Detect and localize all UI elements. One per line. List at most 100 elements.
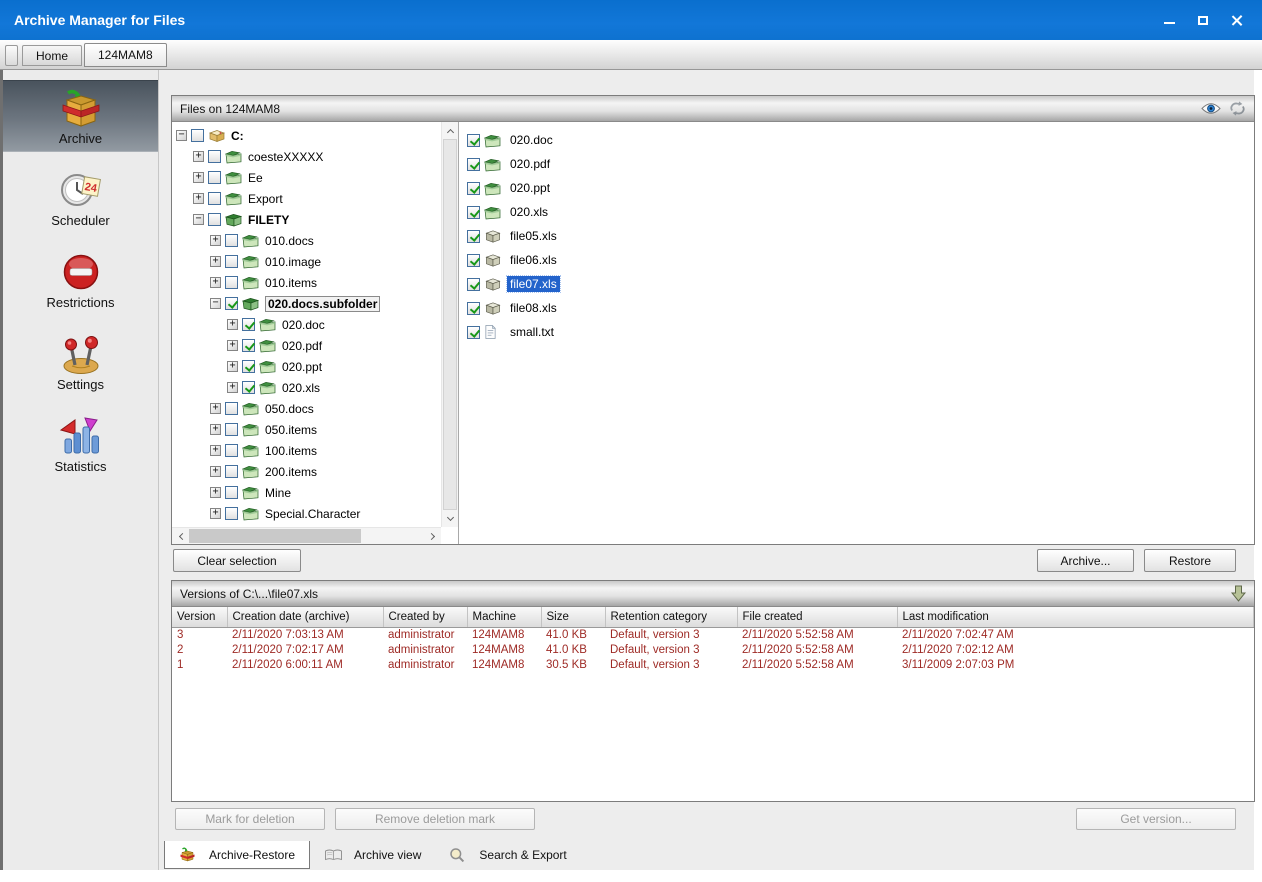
tree-item-Special.Character[interactable]: + Special.Character [176,503,440,524]
checkbox[interactable] [467,181,480,195]
tree-vertical-scrollbar[interactable] [441,122,458,527]
column-header-size[interactable]: Size [541,607,606,628]
sidebar-item-restrictions[interactable]: Restrictions [3,244,158,316]
checkbox[interactable] [225,507,238,520]
checkbox[interactable] [225,444,238,457]
file-item-file06.xls[interactable]: file06.xls [467,248,1246,272]
checkbox[interactable] [225,465,238,478]
file-item-file05.xls[interactable]: file05.xls [467,224,1246,248]
column-header-retention-category[interactable]: Retention category [605,607,738,628]
checkbox[interactable] [225,402,238,415]
expand-icon[interactable]: + [193,193,204,204]
checkbox[interactable] [467,229,480,243]
checkbox[interactable] [225,234,238,247]
tree-item-C:[interactable]: − C: [176,125,440,146]
checkbox[interactable] [208,213,221,226]
restore-button[interactable]: Restore [1144,549,1236,572]
tree-item-010.items[interactable]: +010.items [176,272,440,293]
horizontal-scrollbar-thumb[interactable] [189,529,361,543]
tree-item-200.items[interactable]: +200.items [176,461,440,482]
tab-124mam8[interactable]: 124MAM8 [84,43,167,67]
checkbox[interactable] [467,157,480,171]
tab-stub[interactable] [5,45,18,66]
scroll-down-icon[interactable] [442,510,459,527]
tree-horizontal-scrollbar[interactable] [172,527,441,544]
expand-icon[interactable]: + [210,277,221,288]
tree-item-Ee[interactable]: + Ee [176,167,440,188]
checkbox[interactable] [467,277,480,291]
version-row[interactable]: 2 2/11/2020 7:02:17 AM administrator 124MAM… [172,642,1254,657]
tree-item-050.docs[interactable]: +050.docs [176,398,440,419]
tree-item-Mine[interactable]: + Mine [176,482,440,503]
collapse-icon[interactable]: − [210,298,221,309]
version-row[interactable]: 1 2/11/2020 6:00:11 AM administrator 124MAM… [172,657,1254,672]
file-item-small.txt[interactable]: small.txt [467,320,1246,344]
collapse-icon[interactable]: − [193,214,204,225]
sidebar-item-settings[interactable]: Settings [3,326,158,398]
checkbox[interactable] [208,192,221,205]
expand-icon[interactable]: + [193,172,204,183]
tab-home[interactable]: Home [22,45,83,66]
sidebar-item-statistics[interactable]: Statistics [3,408,158,480]
column-header-file-created[interactable]: File created [737,607,898,628]
expand-icon[interactable]: + [210,445,221,456]
checkbox[interactable] [467,205,480,219]
file-item-020.ppt[interactable]: 020.ppt [467,176,1246,200]
tree-item-100.items[interactable]: +100.items [176,440,440,461]
tree-item-coesteXXXXX[interactable]: + coesteXXXXX [176,146,440,167]
file-item-020.doc[interactable]: 020.doc [467,128,1246,152]
checkbox[interactable] [208,150,221,163]
tree-item-zero[interactable]: +zero [176,524,440,526]
collapse-icon[interactable]: − [176,130,187,141]
column-header-creation-date-archive-[interactable]: Creation date (archive) [227,607,384,628]
minimize-icon[interactable] [1162,14,1176,26]
column-header-created-by[interactable]: Created by [383,607,468,628]
expand-icon[interactable]: + [210,466,221,477]
checkbox[interactable] [467,325,480,339]
checkbox[interactable] [225,423,238,436]
tree-item-020.ppt[interactable]: +020.ppt [176,356,440,377]
archive-button[interactable]: Archive... [1037,549,1134,572]
checkbox[interactable] [225,276,238,289]
checkbox[interactable] [225,486,238,499]
scroll-up-icon[interactable] [442,122,459,139]
expand-icon[interactable]: + [227,319,238,330]
expand-icon[interactable]: + [210,487,221,498]
expand-icon[interactable]: + [210,235,221,246]
scroll-right-icon[interactable] [424,528,441,545]
file-item-020.pdf[interactable]: 020.pdf [467,152,1246,176]
tree-item-050.items[interactable]: +050.items [176,419,440,440]
down-arrow-icon[interactable] [1231,585,1246,602]
sidebar-item-archive[interactable]: Archive [3,80,158,152]
expand-icon[interactable]: + [210,424,221,435]
tree-item-Export[interactable]: + Export [176,188,440,209]
expand-icon[interactable]: + [227,382,238,393]
sidebar-item-scheduler[interactable]: 24 Scheduler [3,162,158,234]
version-row[interactable]: 3 2/11/2020 7:03:13 AM administrator 124MAM… [172,627,1254,642]
checkbox[interactable] [242,339,255,352]
checkbox[interactable] [467,133,480,147]
eye-icon[interactable] [1201,102,1221,115]
expand-icon[interactable]: + [227,361,238,372]
maximize-icon[interactable] [1196,14,1210,26]
tree-item-010.image[interactable]: +010.image [176,251,440,272]
tree-item-020.pdf[interactable]: +020.pdf [176,335,440,356]
expand-icon[interactable]: + [227,340,238,351]
bottom-tab-archive-view[interactable]: Archive view [310,841,435,869]
scroll-left-icon[interactable] [172,528,189,545]
refresh-icon[interactable] [1229,101,1246,116]
expand-icon[interactable]: + [210,403,221,414]
tree-item-020.doc[interactable]: +020.doc [176,314,440,335]
expand-icon[interactable]: + [210,508,221,519]
checkbox[interactable] [208,171,221,184]
bottom-tab-search-export[interactable]: Search & Export [435,841,580,869]
tree-item-020.xls[interactable]: +020.xls [176,377,440,398]
column-header-machine[interactable]: Machine [467,607,542,628]
file-item-file07.xls[interactable]: file07.xls [467,272,1246,296]
checkbox[interactable] [242,381,255,394]
checkbox[interactable] [191,129,204,142]
close-icon[interactable] [1230,14,1244,26]
tree-item-010.docs[interactable]: +010.docs [176,230,440,251]
bottom-tab-archive-restore[interactable]: Archive-Restore [164,841,311,869]
tree-item-FILETY[interactable]: − FILETY [176,209,440,230]
